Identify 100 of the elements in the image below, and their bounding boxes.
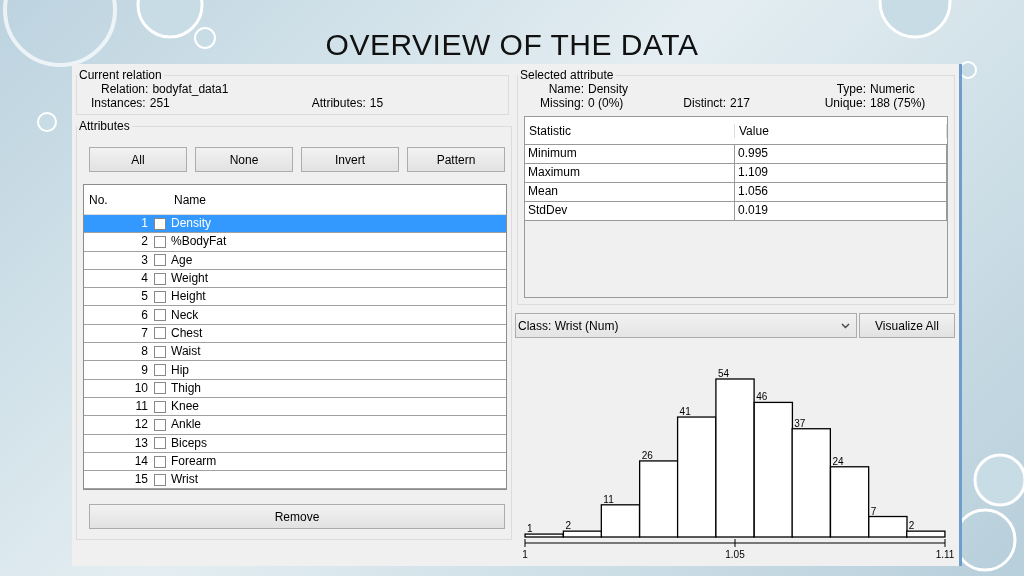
- group-legend: Selected attribute: [518, 68, 616, 82]
- field-label: Instances:: [91, 96, 146, 110]
- bar-label: 24: [832, 455, 844, 467]
- attribute-name: Height: [170, 288, 206, 306]
- row-number: 5: [140, 288, 149, 306]
- bar-label: 11: [603, 493, 614, 505]
- checkbox[interactable]: [154, 418, 166, 431]
- field-label: Missing:: [540, 96, 584, 110]
- checkbox[interactable]: [154, 309, 166, 322]
- checkbox[interactable]: [154, 327, 166, 340]
- row-number: 15: [133, 471, 149, 489]
- row-number: 4: [140, 270, 149, 288]
- attribute-row[interactable]: 4 Weight: [84, 269, 506, 289]
- field-label: Distinct:: [683, 96, 726, 110]
- attribute-name: Biceps: [170, 434, 208, 452]
- attribute-row[interactable]: 8 Waist: [84, 343, 506, 362]
- field-label: Unique:: [824, 96, 866, 110]
- checkbox[interactable]: [154, 473, 166, 486]
- checkbox[interactable]: [154, 345, 166, 358]
- column-header: No.: [88, 192, 109, 207]
- attribute-row[interactable]: 10 Thigh: [84, 379, 506, 398]
- row-number: 11: [134, 398, 149, 416]
- field-value: Density: [588, 82, 629, 96]
- select-button[interactable]: None: [195, 147, 293, 172]
- field-label: Attributes:: [311, 96, 366, 110]
- attribute-row[interactable]: 3 Age: [84, 251, 506, 270]
- attribute-row[interactable]: 5 Height: [84, 288, 506, 307]
- bar-label: 46: [756, 391, 768, 403]
- tick-label: 1: [522, 549, 528, 560]
- attribute-row[interactable]: 9 Hip: [84, 361, 506, 380]
- row-number: 6: [140, 306, 149, 324]
- row-number: 13: [133, 434, 149, 452]
- attribute-row[interactable]: 7 Chest: [84, 324, 506, 344]
- row-number: 9: [140, 361, 149, 379]
- group-legend: Current relation: [77, 68, 164, 82]
- field-value: bodyfat_data1: [152, 82, 229, 96]
- checkbox[interactable]: [154, 235, 166, 248]
- attribute-name: Density: [170, 215, 211, 233]
- checkbox[interactable]: [154, 382, 166, 395]
- tick-label: 1.11: [935, 549, 955, 560]
- attribute-row[interactable]: 15 Wrist: [84, 471, 506, 490]
- checkbox[interactable]: [154, 400, 166, 413]
- attribute-row[interactable]: 2 %BodyFat: [84, 233, 506, 252]
- row-number: 7: [140, 324, 149, 342]
- bubble: [973, 453, 1024, 507]
- checkbox[interactable]: [154, 254, 166, 267]
- row-number: 8: [140, 343, 149, 361]
- bar-label: 7: [870, 505, 877, 517]
- attribute-name: Wrist: [170, 471, 199, 489]
- remove-button[interactable]: Remove: [89, 504, 505, 529]
- select-button[interactable]: Pattern: [407, 147, 505, 172]
- checkbox[interactable]: [154, 217, 166, 230]
- column-header: Statistic: [525, 123, 735, 138]
- bar-label: 2: [565, 520, 571, 532]
- class-dropdown[interactable]: Class: Wrist (Num): [515, 313, 857, 338]
- attribute-row[interactable]: 14 Forearm: [84, 452, 506, 472]
- select-button[interactable]: Invert: [301, 147, 399, 172]
- bar-label: 41: [679, 406, 691, 418]
- field-label: Name:: [548, 82, 584, 96]
- row-number: 3: [140, 251, 149, 269]
- visualize-all-button[interactable]: Visualize All: [859, 313, 955, 338]
- row-number: 2: [140, 233, 149, 251]
- bar-label: 26: [641, 449, 653, 461]
- field-value: 251: [149, 96, 170, 110]
- attribute-name: Thigh: [170, 379, 202, 397]
- attribute-name: Chest: [170, 324, 203, 342]
- bar-label: 2: [908, 520, 915, 532]
- row-number: 14: [133, 453, 149, 470]
- field-value: 217: [730, 96, 752, 110]
- attribute-name: Hip: [170, 361, 189, 379]
- checkbox[interactable]: [154, 290, 166, 303]
- slide-title: OVERVIEW OF THE DATA: [325, 27, 699, 63]
- checkbox[interactable]: [154, 272, 166, 285]
- field-value: Numeric: [870, 82, 916, 96]
- attribute-row[interactable]: 13 Biceps: [84, 434, 506, 453]
- group-legend: Attributes: [77, 119, 132, 133]
- attribute-row[interactable]: 6 Neck: [84, 306, 506, 325]
- chevron-down-icon: [841, 322, 850, 329]
- checkbox[interactable]: [154, 437, 166, 450]
- bar-label: 1: [527, 523, 533, 535]
- select-button[interactable]: All: [89, 147, 187, 172]
- attribute-row[interactable]: 12 Ankle: [84, 416, 506, 435]
- attribute-row[interactable]: 11 Knee: [84, 397, 506, 417]
- row-number: 10: [133, 379, 149, 397]
- checkbox[interactable]: [154, 455, 166, 468]
- attribute-name: Waist: [170, 343, 201, 361]
- bar-label: 37: [794, 417, 806, 429]
- column-header: Name: [173, 192, 206, 207]
- tick-label: 1.05: [725, 549, 745, 560]
- field-label: Relation:: [101, 82, 149, 96]
- attribute-name: Ankle: [170, 416, 202, 434]
- attribute-name: %BodyFat: [170, 233, 227, 251]
- attribute-name: Age: [170, 251, 193, 269]
- field-value: 15: [369, 96, 384, 110]
- checkbox[interactable]: [154, 364, 166, 376]
- attribute-name: Forearm: [170, 453, 217, 470]
- bubble: [37, 112, 57, 132]
- field-label: Type:: [836, 82, 866, 96]
- field-value: 0 (0%): [588, 96, 625, 110]
- bar-label: 54: [717, 368, 730, 379]
